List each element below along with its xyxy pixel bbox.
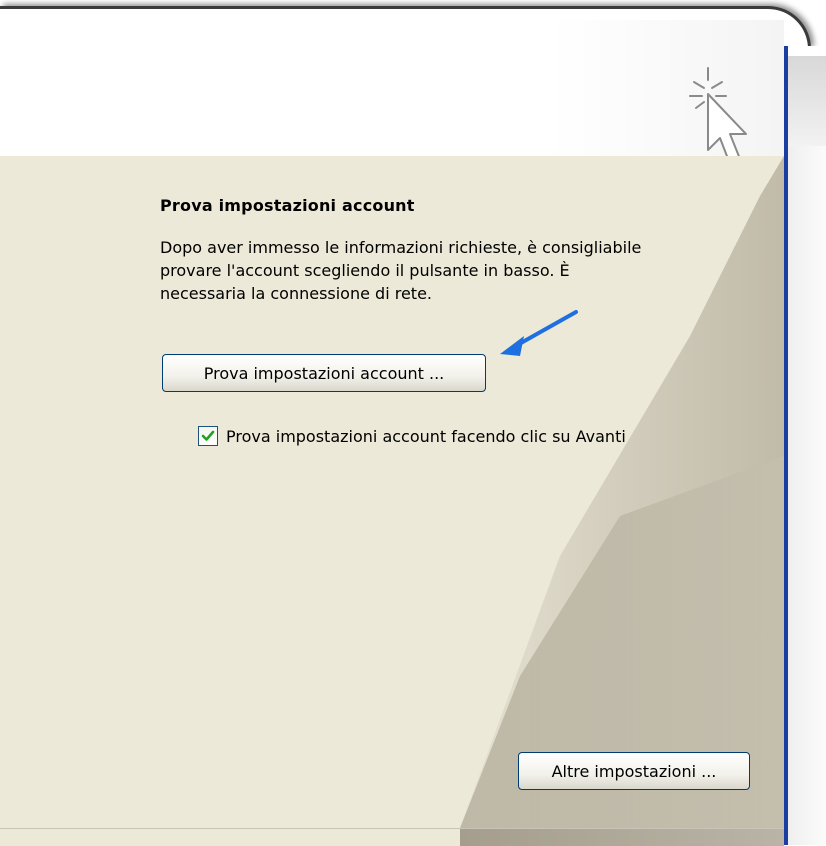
account-settings-window: Prova impostazioni account Dopo aver imm… bbox=[0, 0, 826, 846]
window-frame-right bbox=[784, 46, 826, 845]
more-settings-button[interactable]: Altre impostazioni ... bbox=[518, 752, 750, 790]
test-on-next-checkbox-label[interactable]: Prova impostazioni account facendo clic … bbox=[226, 427, 626, 446]
test-on-next-checkbox-row[interactable]: Prova impostazioni account facendo clic … bbox=[198, 426, 626, 446]
description-line: Dopo aver immesso le informazioni richie… bbox=[160, 238, 642, 257]
arrow-pointer-annotation bbox=[490, 306, 590, 366]
wizard-footer bbox=[0, 828, 784, 846]
test-account-settings-button[interactable]: Prova impostazioni account ... bbox=[162, 354, 486, 392]
section-description: Dopo aver immesso le informazioni richie… bbox=[160, 236, 760, 305]
wizard-header bbox=[0, 20, 784, 165]
checkmark-icon bbox=[201, 430, 215, 441]
description-line: provare l'account scegliendo il pulsante… bbox=[160, 261, 570, 280]
section-title: Prova impostazioni account bbox=[160, 196, 415, 215]
test-on-next-checkbox[interactable] bbox=[198, 426, 218, 446]
description-line: necessaria la connessione di rete. bbox=[160, 284, 432, 303]
wizard-content: Prova impostazioni account Dopo aver imm… bbox=[0, 156, 784, 828]
